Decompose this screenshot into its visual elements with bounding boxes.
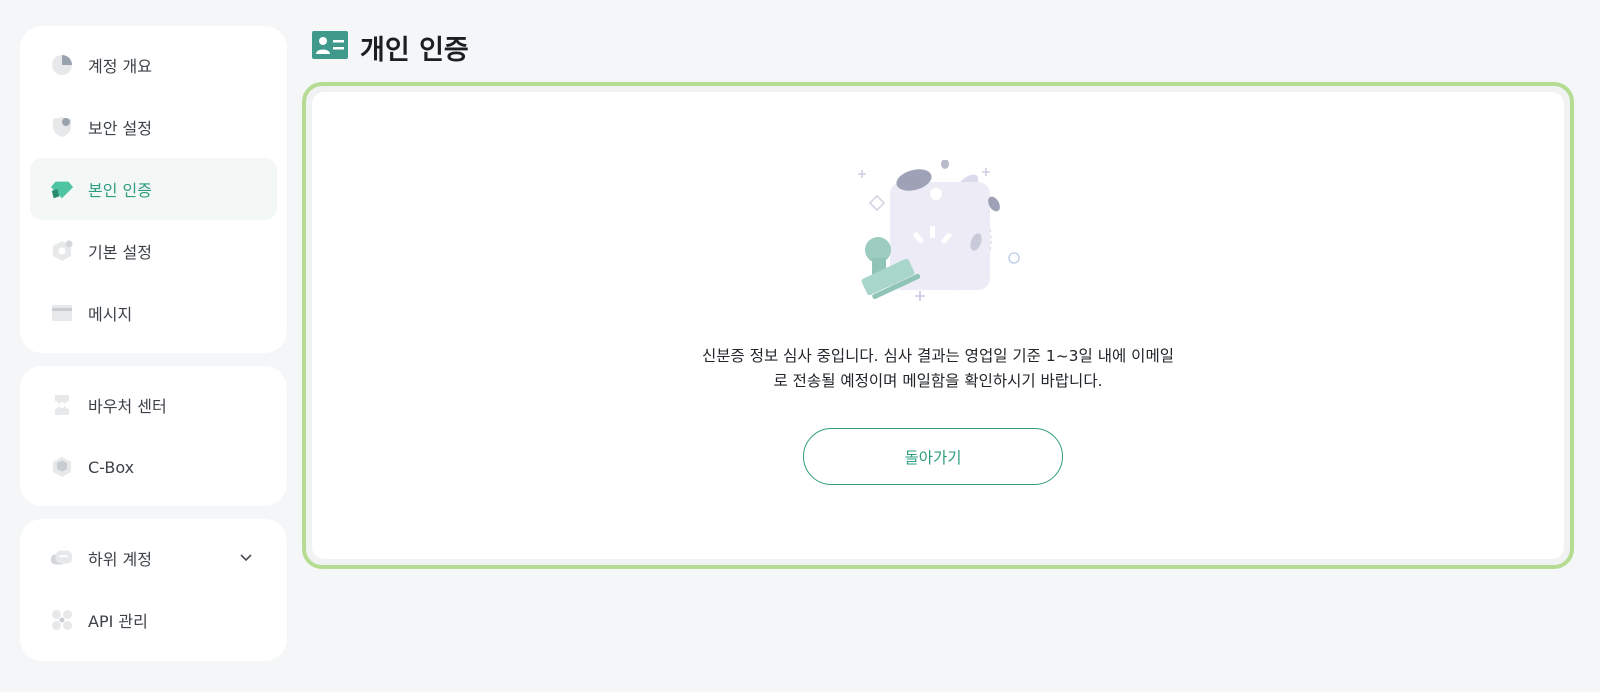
box-icon xyxy=(50,455,74,479)
sidebar-item-basic-settings[interactable]: 기본 설정 xyxy=(30,220,277,282)
verification-status-frame: 신분증 정보 심사 중입니다. 심사 결과는 영업일 기준 1~3일 내에 이메… xyxy=(302,82,1574,569)
sidebar-group-account: 계정 개요 보안 설정 본인 인증 기본 설정 메시지 xyxy=(20,26,287,353)
chevron-down-icon[interactable] xyxy=(239,548,253,567)
sidebar-item-api-management[interactable]: API 관리 xyxy=(30,589,277,651)
sidebar-item-label: 계정 개요 xyxy=(88,57,152,76)
sidebar-item-security-settings[interactable]: 보안 설정 xyxy=(30,96,277,158)
shield-icon xyxy=(50,115,74,139)
sidebar-group-management: 하위 계정 API 관리 xyxy=(20,519,287,661)
review-stamp-illustration xyxy=(852,159,1024,314)
sidebar-item-label: C-Box xyxy=(88,457,135,477)
sidebar-item-label: 보안 설정 xyxy=(88,119,152,138)
sidebar-item-label: 바우처 센터 xyxy=(88,397,167,416)
sidebar-item-label: 기본 설정 xyxy=(88,243,152,262)
sidebar-item-sub-accounts[interactable]: 하위 계정 xyxy=(30,527,277,589)
back-button[interactable]: 돌아가기 xyxy=(803,428,1063,485)
api-grid-icon xyxy=(50,608,74,632)
review-message-line: 로 전송될 예정이며 메일함을 확인하시기 바랍니다. xyxy=(773,372,1103,390)
sidebar-item-cbox[interactable]: C-Box xyxy=(30,436,277,498)
id-card-icon xyxy=(312,31,348,63)
main-content: 개인 인증 신분증 정보 심사 중입니다. 심사 결과는 영업일 기준 1~3일… xyxy=(302,26,1574,569)
sidebar: 계정 개요 보안 설정 본인 인증 기본 설정 메시지 바우처 센터 C-Box… xyxy=(20,26,287,674)
sidebar-item-account-overview[interactable]: 계정 개요 xyxy=(30,34,277,96)
page-title: 개인 인증 xyxy=(360,34,469,66)
sidebar-item-identity-verification[interactable]: 본인 인증 xyxy=(30,158,277,220)
sidebar-item-label: 하위 계정 xyxy=(88,550,152,569)
diamond-badge-icon xyxy=(50,177,74,201)
sidebar-item-messages[interactable]: 메시지 xyxy=(30,282,277,344)
hexagon-settings-icon xyxy=(50,239,74,263)
sidebar-item-voucher-center[interactable]: 바우처 센터 xyxy=(30,374,277,436)
sidebar-item-label: API 관리 xyxy=(88,612,148,631)
envelope-icon xyxy=(50,301,74,325)
sidebar-item-label: 본인 인증 xyxy=(88,181,152,200)
voucher-icon xyxy=(50,393,74,417)
verification-status-panel: 신분증 정보 심사 중입니다. 심사 결과는 영업일 기준 1~3일 내에 이메… xyxy=(312,92,1564,559)
stack-icon xyxy=(50,546,74,570)
sidebar-item-label: 메시지 xyxy=(88,305,133,324)
sidebar-group-benefits: 바우처 센터 C-Box xyxy=(20,366,287,506)
review-message: 신분증 정보 심사 중입니다. 심사 결과는 영업일 기준 1~3일 내에 이메… xyxy=(312,344,1564,394)
review-message-line: 신분증 정보 심사 중입니다. 심사 결과는 영업일 기준 1~3일 내에 이메… xyxy=(702,347,1174,365)
pie-chart-icon xyxy=(50,53,74,77)
page-header: 개인 인증 xyxy=(312,26,1574,68)
